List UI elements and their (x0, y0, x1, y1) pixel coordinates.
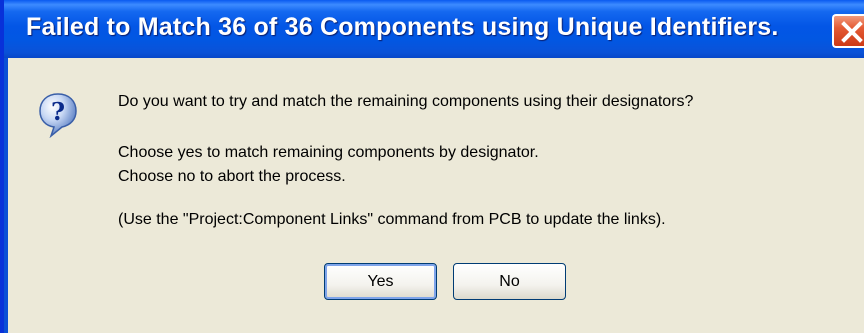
svg-text:?: ? (51, 97, 65, 126)
question-text: Do you want to try and match the remaini… (118, 93, 694, 110)
dialog-body: ? Do you want to try and match the remai… (8, 58, 864, 333)
hint-text: (Use the "Project:Component Links" comma… (118, 211, 666, 228)
close-icon (841, 21, 863, 43)
message-dialog: Failed to Match 36 of 36 Components usin… (0, 0, 864, 333)
yes-button[interactable]: Yes (324, 263, 437, 300)
yes-instruction-text: Choose yes to match remaining components… (118, 144, 539, 161)
question-icon: ? (39, 93, 77, 138)
dialog-title: Failed to Match 36 of 36 Components usin… (26, 13, 779, 41)
no-instruction-text: Choose no to abort the process. (118, 168, 346, 185)
close-button[interactable] (832, 14, 864, 48)
no-button[interactable]: No (453, 263, 566, 300)
title-bar[interactable]: Failed to Match 36 of 36 Components usin… (4, 0, 864, 58)
